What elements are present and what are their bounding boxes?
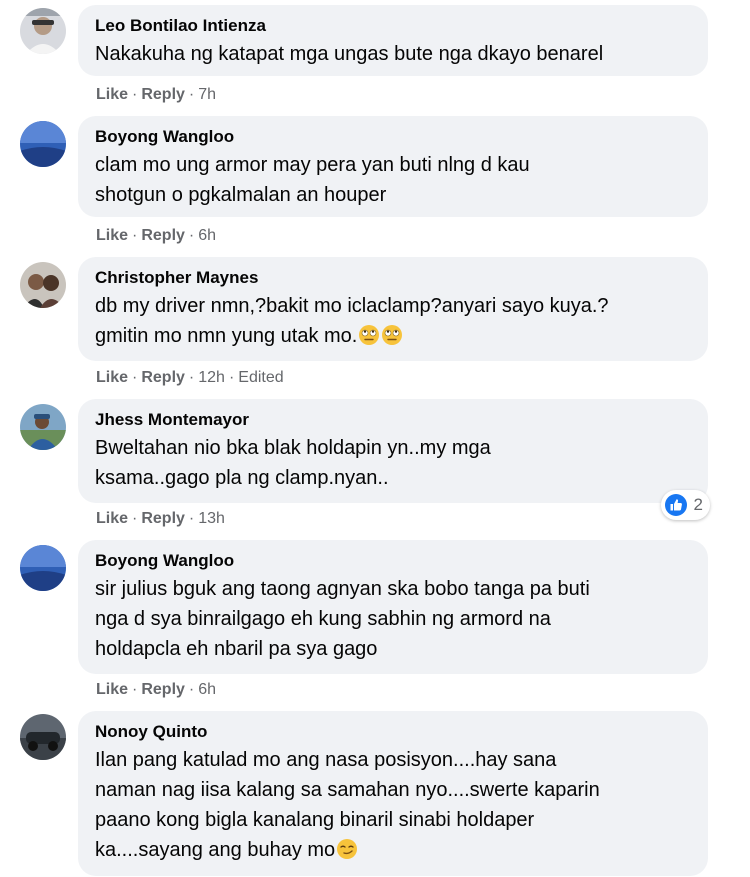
comment-actions: Like · Reply · 7h (96, 86, 217, 103)
reply-link[interactable]: Reply (141, 510, 185, 527)
reply-link[interactable]: Reply (141, 227, 185, 244)
comment-author[interactable]: Leo Bontilao Intienza (95, 15, 692, 37)
comment-author[interactable]: Jhess Montemayor (95, 409, 692, 431)
comment-actions: Like · Reply · 6h (96, 681, 217, 698)
avatar[interactable] (20, 121, 66, 167)
reply-link[interactable]: Reply (141, 369, 185, 386)
comment-text-wrap: Ilan pang katulad mo ang nasa posisyon..… (95, 745, 692, 865)
comment-actions: Like · Reply · 13h (96, 510, 225, 527)
comment-bubble: Nonoy Quinto Ilan pang katulad mo ang na… (78, 711, 708, 876)
comment-bubble: Boyong Wangloo sir julius bguk ang taong… (78, 540, 708, 674)
comment-bubble: Jhess Montemayor Bweltahan nio bka blak … (78, 399, 708, 503)
thumbs-up-icon (664, 494, 687, 516)
comment-timestamp[interactable]: 12h (198, 369, 225, 386)
comment-author[interactable]: Nonoy Quinto (95, 721, 692, 743)
like-link[interactable]: Like (96, 227, 128, 244)
comment-text: Nakakuha ng katapat mga ungas bute nga d… (95, 43, 604, 65)
like-link[interactable]: Like (96, 510, 128, 527)
avatar[interactable] (20, 262, 66, 308)
face-with-rolling-eyes-emoji (382, 325, 403, 345)
comment-text: Bweltahan nio bka blak holdapin yn..my m… (95, 437, 491, 489)
avatar[interactable] (20, 404, 66, 450)
comment-text: clam mo ung armor may pera yan buti nlng… (95, 154, 530, 206)
comment-bubble: Christopher Maynes db my driver nmn,?bak… (78, 257, 708, 361)
like-link[interactable]: Like (96, 86, 128, 103)
comment-text-wrap: db my driver nmn,?bakit mo iclaclamp?any… (95, 291, 692, 351)
smirking-face-emoji (337, 839, 358, 859)
avatar[interactable] (20, 714, 66, 760)
face-with-rolling-eyes-emoji (359, 325, 380, 345)
comment-author[interactable]: Boyong Wangloo (95, 126, 692, 148)
reply-link[interactable]: Reply (141, 681, 185, 698)
avatar[interactable] (20, 545, 66, 591)
comment-author[interactable]: Christopher Maynes (95, 267, 692, 289)
comment-timestamp[interactable]: 6h (198, 227, 216, 244)
comment-actions: Like · Reply · 12h · Edited (96, 369, 284, 386)
edited-label[interactable]: Edited (238, 369, 283, 386)
comment-bubble: Leo Bontilao Intienza Nakakuha ng katapa… (78, 5, 708, 76)
comment-timestamp[interactable]: 7h (198, 86, 216, 103)
reaction-badge[interactable]: 2 (660, 490, 710, 520)
comment-timestamp[interactable]: 13h (198, 510, 225, 527)
comment-timestamp[interactable]: 6h (198, 681, 216, 698)
reply-link[interactable]: Reply (141, 86, 185, 103)
comment-author[interactable]: Boyong Wangloo (95, 550, 692, 572)
comment-text: sir julius bguk ang taong agnyan ska bob… (95, 578, 590, 660)
like-link[interactable]: Like (96, 369, 128, 386)
like-link[interactable]: Like (96, 681, 128, 698)
comment-actions: Like · Reply · 6h (96, 227, 217, 244)
avatar[interactable] (20, 8, 66, 54)
comment-text: db my driver nmn,?bakit mo iclaclamp?any… (95, 295, 609, 347)
reaction-count: 2 (693, 495, 703, 514)
comment-bubble: Boyong Wangloo clam mo ung armor may per… (78, 116, 708, 217)
